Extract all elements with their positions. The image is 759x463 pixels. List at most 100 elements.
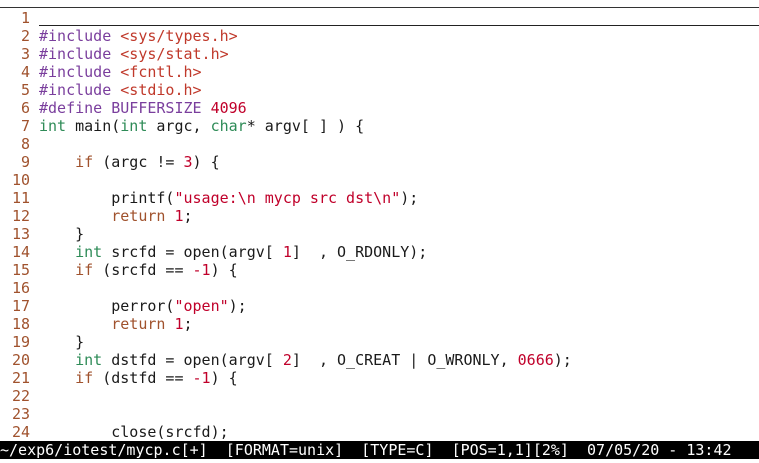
- code-line[interactable]: 7 int main(int argc, char* argv[ ] ) {: [0, 117, 759, 135]
- code-line[interactable]: 3 #include <sys/stat.h>: [0, 45, 759, 63]
- code-line[interactable]: 10: [0, 171, 759, 189]
- code-token: }: [39, 225, 85, 243]
- command-line-area[interactable]: [0, 459, 759, 463]
- code-line[interactable]: 14 int srcfd = open(argv[ 1] , O_RDONLY)…: [0, 243, 759, 261]
- code-line[interactable]: 2 #include <sys/types.h>: [0, 27, 759, 45]
- code-line[interactable]: 20 int dstfd = open(argv[ 2] , O_CREAT |…: [0, 351, 759, 369]
- code-token: main(: [66, 117, 121, 135]
- code-token: perror(: [39, 297, 175, 315]
- code-line[interactable]: 4 #include <fcntl.h>: [0, 63, 759, 81]
- code-token: );: [553, 351, 572, 369]
- line-number: 24: [11, 423, 30, 441]
- status-position: [POS=1,1]: [451, 441, 533, 459]
- code-token: return: [111, 315, 166, 333]
- code-token: int: [75, 243, 103, 261]
- status-format: [FORMAT=unix]: [225, 441, 344, 459]
- code-line[interactable]: 1: [0, 9, 759, 27]
- code-line[interactable]: 19 }: [0, 333, 759, 351]
- code-token: <fcntl.h>: [120, 63, 202, 81]
- code-token: printf(: [39, 189, 175, 207]
- code-line[interactable]: 21 if (dstfd == -1) {: [0, 369, 759, 387]
- line-number: 23: [11, 405, 30, 423]
- code-token: -1: [192, 369, 211, 387]
- line-code: int main(int argc, char* argv[ ] ) {: [39, 117, 364, 135]
- line-number: 3: [20, 45, 30, 63]
- line-number: 22: [11, 387, 30, 405]
- code-token: if: [75, 369, 94, 387]
- status-file-path: ~/exp6/iotest/mycp.c[+]: [0, 441, 208, 459]
- line-code: return 1;: [39, 315, 193, 333]
- code-token: (argc !=: [93, 153, 184, 171]
- line-code: #include <fcntl.h>: [39, 63, 202, 81]
- line-code: }: [39, 333, 84, 351]
- code-token: int: [75, 351, 103, 369]
- code-token: -1: [192, 261, 211, 279]
- line-number: 10: [11, 171, 30, 189]
- code-token: <stdio.h>: [120, 81, 202, 99]
- code-line[interactable]: 23: [0, 405, 759, 423]
- line-code: #include <sys/stat.h>: [39, 45, 229, 63]
- code-token: srcfd = open(argv[: [102, 243, 283, 261]
- line-number: 17: [11, 297, 30, 315]
- code-token: 1: [174, 315, 184, 333]
- code-token: <sys/stat.h>: [120, 45, 229, 63]
- code-line[interactable]: 15 if (srcfd == -1) {: [0, 261, 759, 279]
- code-line[interactable]: 12 return 1;: [0, 207, 759, 225]
- line-number: 1: [20, 9, 30, 27]
- code-line[interactable]: 13 }: [0, 225, 759, 243]
- code-token: \n: [237, 189, 256, 207]
- code-token: "open": [174, 297, 229, 315]
- code-token: 1: [174, 207, 184, 225]
- code-line[interactable]: 18 return 1;: [0, 315, 759, 333]
- code-token: );: [400, 189, 419, 207]
- cursor-line-underline: [39, 25, 759, 26]
- line-number: 19: [11, 333, 30, 351]
- code-token: ) {: [210, 261, 238, 279]
- code-token: 3: [183, 153, 193, 171]
- code-token: ;: [183, 315, 193, 333]
- status-datetime: 07/05/20 - 13:42: [587, 441, 732, 459]
- line-number: 5: [20, 81, 30, 99]
- line-code: if (dstfd == -1) {: [39, 369, 238, 387]
- code-line[interactable]: 24 close(srcfd);: [0, 423, 759, 441]
- code-line[interactable]: 6 #define BUFFERSIZE 4096: [0, 99, 759, 117]
- line-number: 12: [11, 207, 30, 225]
- code-token: 0666: [517, 351, 554, 369]
- code-token: if: [75, 261, 94, 279]
- line-number: 9: [20, 153, 30, 171]
- line-number: 6: [20, 99, 30, 117]
- code-token: char: [210, 117, 247, 135]
- code-token: ": [391, 189, 401, 207]
- line-code: if (argc != 3) {: [39, 153, 220, 171]
- code-token: int: [120, 117, 148, 135]
- code-token: if: [75, 153, 94, 171]
- code-token: ;: [183, 207, 193, 225]
- line-code: int dstfd = open(argv[ 2] , O_CREAT | O_…: [39, 351, 572, 369]
- code-token: #include: [39, 81, 121, 99]
- code-line[interactable]: 22: [0, 387, 759, 405]
- code-line[interactable]: 17 perror("open");: [0, 297, 759, 315]
- code-token: 4096: [210, 99, 247, 117]
- code-token: 1: [282, 243, 292, 261]
- code-token: #include: [39, 63, 121, 81]
- code-token: ] , O_RDONLY);: [291, 243, 428, 261]
- code-editor[interactable]: 1 2 #include <sys/types.h> 3 #include <sys/s…: [0, 9, 759, 441]
- line-code: #include <sys/types.h>: [39, 27, 238, 45]
- code-line[interactable]: 5 #include <stdio.h>: [0, 81, 759, 99]
- line-code: }: [39, 225, 84, 243]
- line-code: close(srcfd);: [39, 423, 228, 441]
- code-line[interactable]: 8: [0, 135, 759, 153]
- code-token: mycp src dst: [255, 189, 374, 207]
- line-number: 14: [11, 243, 30, 261]
- line-code: #define BUFFERSIZE 4096: [39, 99, 247, 117]
- code-line[interactable]: 11 printf("usage:\n mycp src dst\n");: [0, 189, 759, 207]
- line-code: #include <stdio.h>: [39, 81, 202, 99]
- code-line[interactable]: 9 if (argc != 3) {: [0, 153, 759, 171]
- line-number: 20: [11, 351, 30, 369]
- code-token: (dstfd ==: [93, 369, 193, 387]
- code-line[interactable]: 16: [0, 279, 759, 297]
